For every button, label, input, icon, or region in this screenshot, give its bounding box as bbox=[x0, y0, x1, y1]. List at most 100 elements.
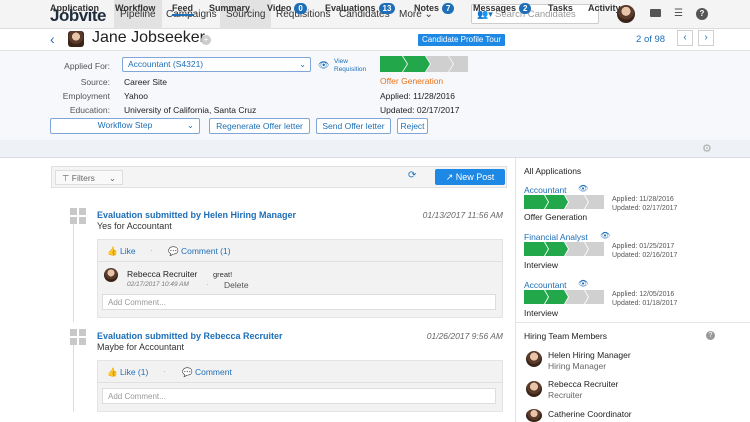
app-stage-progress bbox=[524, 290, 604, 304]
tab-summary[interactable]: Summary bbox=[209, 3, 250, 13]
view-requisition-link[interactable]: View Requisition bbox=[334, 58, 366, 74]
divider bbox=[515, 322, 750, 323]
chevron-down-icon: ⌄ bbox=[299, 60, 306, 69]
tab-tasks[interactable]: Tasks bbox=[548, 3, 573, 13]
prev-page-button[interactable]: ‹ bbox=[677, 30, 693, 46]
settings-gear-icon[interactable]: ⚙ bbox=[702, 142, 712, 155]
team-member-role: Recruiter bbox=[548, 390, 583, 400]
refresh-icon[interactable]: ⟳ bbox=[408, 170, 416, 181]
tab-feed[interactable]: Feed bbox=[172, 3, 194, 16]
app-stage: Interview bbox=[524, 260, 559, 270]
new-post-button[interactable]: ↗ New Post bbox=[435, 169, 505, 185]
list-icon[interactable]: ☰ bbox=[674, 8, 683, 19]
feed-item-title[interactable]: Evaluation submitted by Rebecca Recruite… bbox=[97, 331, 283, 341]
tab-video-badge: 0 bbox=[294, 3, 307, 14]
comment-label: Comment (1) bbox=[180, 246, 231, 256]
eye-icon[interactable]: 👁 bbox=[600, 231, 610, 240]
stage-step-1 bbox=[524, 290, 548, 304]
education-value: University of California, Santa Cruz bbox=[124, 105, 257, 115]
feed-item-body: Yes for Accountant bbox=[97, 221, 172, 231]
separator-dot: · bbox=[150, 246, 153, 255]
app-applied: Applied: 11/28/2016 bbox=[612, 196, 674, 203]
tab-application[interactable]: Application bbox=[50, 3, 99, 13]
stage-step-2 bbox=[545, 242, 568, 256]
eye-icon[interactable]: 👁 bbox=[578, 184, 588, 193]
filters-dropdown[interactable]: ⊤ Filters ⌄ bbox=[55, 170, 123, 185]
timeline-line bbox=[73, 342, 74, 412]
commenter-avatar bbox=[104, 268, 118, 282]
tab-evaluations[interactable]: Evaluations 13 bbox=[325, 3, 396, 14]
comment-button[interactable]: 💬 Comment (1) bbox=[168, 246, 231, 257]
stage-step-1 bbox=[524, 195, 548, 209]
back-chevron-icon[interactable]: ‹ bbox=[50, 31, 55, 47]
evaluation-icon bbox=[70, 329, 86, 345]
divider bbox=[97, 261, 503, 262]
updated-date-label: Updated: bbox=[380, 105, 415, 115]
applied-for-select[interactable]: Accountant (S4321) ⌄ bbox=[122, 57, 311, 72]
help-icon[interactable]: ? bbox=[706, 331, 715, 340]
like-button[interactable]: 👍 Like bbox=[107, 246, 136, 257]
applied-date-value: 11/28/2016 bbox=[413, 91, 456, 101]
comment-icon: 💬 bbox=[168, 246, 179, 256]
filter-icon: ⊤ bbox=[62, 173, 70, 183]
application-link[interactable]: Accountant bbox=[524, 185, 567, 195]
stage-step-2 bbox=[403, 56, 430, 72]
comment-box bbox=[97, 360, 503, 412]
feed-item-date: 01/13/2017 11:56 AM bbox=[422, 210, 503, 220]
send-offer-button[interactable]: Send Offer letter bbox=[316, 118, 391, 134]
eye-icon[interactable]: 👁 bbox=[578, 279, 588, 288]
applied-for-label: Applied For: bbox=[64, 61, 110, 71]
thumbs-up-icon: 👍 bbox=[107, 367, 118, 377]
applied-for-value: Accountant (S4321) bbox=[128, 59, 204, 69]
tab-notes-badge: 7 bbox=[442, 3, 455, 14]
app-stage: Offer Generation bbox=[524, 212, 588, 222]
stage-step-1 bbox=[524, 242, 548, 256]
feed-item-title[interactable]: Evaluation submitted by Helen Hiring Man… bbox=[97, 210, 296, 220]
add-icon[interactable]: + bbox=[201, 35, 211, 45]
tab-workflow[interactable]: Workflow bbox=[115, 3, 155, 13]
comment-text: great! bbox=[213, 270, 233, 279]
workflow-step-select[interactable]: Workflow Step ⌄ bbox=[50, 118, 200, 134]
reject-button[interactable]: Reject bbox=[397, 118, 428, 134]
add-comment-input[interactable]: Add Comment... bbox=[102, 294, 496, 310]
help-icon[interactable]: ? bbox=[696, 8, 708, 20]
feed-item-date: 01/26/2017 9:56 AM bbox=[426, 331, 503, 341]
tab-notes[interactable]: Notes 7 bbox=[414, 3, 455, 14]
comment-button[interactable]: 💬 Comment bbox=[182, 367, 232, 378]
app-dates: Applied: 11/28/2016 Updated: 02/17/2017 bbox=[612, 195, 677, 213]
tab-messages-badge: 2 bbox=[519, 3, 532, 14]
team-member-name[interactable]: Catherine Coordinator bbox=[548, 409, 632, 419]
team-member-name[interactable]: Rebecca Recruiter bbox=[548, 379, 618, 389]
separator-dot: · bbox=[206, 280, 209, 289]
page-of: of bbox=[643, 34, 652, 45]
mail-icon[interactable] bbox=[650, 9, 661, 17]
commenter-name[interactable]: Rebecca Recruiter bbox=[127, 269, 197, 279]
delete-comment-link[interactable]: Delete bbox=[224, 280, 249, 290]
tab-video-label: Video bbox=[267, 3, 292, 13]
comment-label: Comment bbox=[194, 367, 232, 377]
tab-evaluations-badge: 13 bbox=[378, 3, 396, 14]
application-link[interactable]: Accountant bbox=[524, 280, 567, 290]
tab-messages[interactable]: Messages 2 bbox=[473, 3, 532, 14]
add-comment-input[interactable]: Add Comment... bbox=[102, 388, 496, 404]
view-requisition-line1: View bbox=[334, 58, 348, 65]
team-member-name[interactable]: Helen Hiring Manager bbox=[548, 350, 631, 360]
thumbs-up-icon: 👍 bbox=[107, 246, 118, 256]
profile-tour-button[interactable]: Candidate Profile Tour bbox=[418, 34, 505, 46]
tab-activity[interactable]: Activity bbox=[588, 3, 621, 13]
candidate-name: Jane Jobseeker bbox=[92, 29, 205, 46]
stage-step-1 bbox=[380, 56, 407, 72]
tab-video[interactable]: Video 0 bbox=[267, 3, 307, 14]
like-button[interactable]: 👍 Like (1) bbox=[107, 367, 148, 378]
stage-step-3 bbox=[565, 195, 588, 209]
all-applications-title: All Applications bbox=[524, 166, 582, 176]
comment-time: 02/17/2017 10:49 AM bbox=[127, 281, 189, 288]
chevron-down-icon: ⌄ bbox=[186, 120, 194, 130]
candidate-photo bbox=[68, 31, 84, 47]
regenerate-offer-button[interactable]: Regenerate Offer letter bbox=[209, 118, 310, 134]
tab-messages-label: Messages bbox=[473, 3, 517, 13]
app-stage: Interview bbox=[524, 308, 559, 318]
application-link[interactable]: Financial Analyst bbox=[524, 232, 588, 242]
next-page-button[interactable]: › bbox=[698, 30, 714, 46]
eye-icon[interactable]: 👁 bbox=[318, 60, 329, 71]
